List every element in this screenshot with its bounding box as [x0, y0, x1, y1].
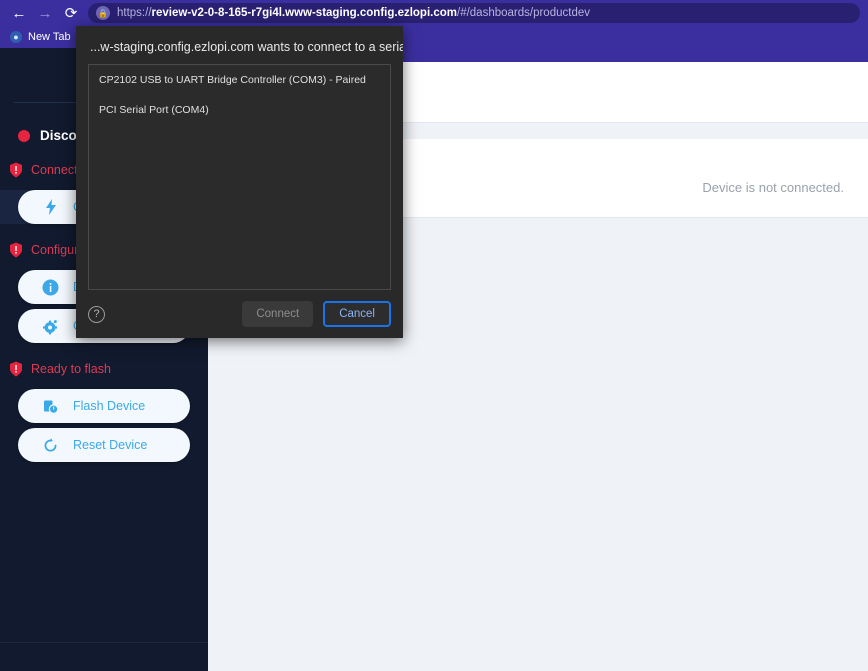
gear-icon	[42, 318, 59, 335]
reload-icon[interactable]: ⟳	[58, 1, 84, 25]
status-dot-icon	[18, 129, 30, 142]
info-circle-icon	[42, 279, 59, 296]
shield-alert-icon	[9, 242, 23, 258]
lightning-bolt-icon	[42, 199, 59, 216]
list-item[interactable]: CP2102 USB to UART Bridge Controller (CO…	[89, 65, 390, 95]
shield-alert-icon	[9, 162, 23, 178]
sidebar-item-flash-device-label: Flash Device	[73, 399, 146, 413]
reset-device-icon	[42, 437, 59, 454]
tab-title: New Tab	[28, 31, 71, 43]
globe-icon: ●	[10, 31, 22, 43]
device-list[interactable]: CP2102 USB to UART Bridge Controller (CO…	[88, 64, 391, 290]
help-circle-icon[interactable]: ?	[88, 305, 105, 323]
sidebar-item-reset-device-label: Reset Device	[73, 438, 148, 452]
device-status-message: Device is not connected.	[702, 180, 844, 195]
sidebar-bottom-divider	[0, 642, 208, 643]
url-path: /#/dashboards/productdev	[457, 7, 590, 19]
dialog-footer: ? Connect Cancel	[76, 290, 403, 338]
browser-toolbar: ← → ⟳ 🔒 https://review-v2-0-8-165-r7gi4l…	[0, 0, 868, 26]
sidebar-item-reset-device[interactable]: Reset Device	[18, 428, 190, 462]
shield-alert-icon	[9, 361, 23, 377]
url-host: review-v2-0-8-165-r7gi4l.www-staging.con…	[151, 7, 457, 19]
flash-device-icon	[42, 398, 59, 415]
dialog-title: ...w-staging.config.ezlopi.com wants to …	[90, 40, 403, 54]
app-root: ← → ⟳ 🔒 https://review-v2-0-8-165-r7gi4l…	[0, 0, 868, 671]
lock-icon: 🔒	[96, 6, 110, 20]
address-bar[interactable]: 🔒 https://review-v2-0-8-165-r7gi4l.www-s…	[88, 3, 860, 23]
connect-button[interactable]: Connect	[242, 301, 314, 327]
forward-icon[interactable]: →	[32, 1, 58, 25]
address-bar-url: https://review-v2-0-8-165-r7gi4l.www-sta…	[117, 7, 590, 19]
section-header-ready-to-flash: Ready to flash	[0, 348, 208, 384]
back-icon[interactable]: ←	[6, 1, 32, 25]
section-title-ready-to-flash: Ready to flash	[31, 362, 111, 376]
sidebar-item-flash-device[interactable]: Flash Device	[18, 389, 190, 423]
cancel-button[interactable]: Cancel	[323, 301, 391, 327]
url-scheme: https://	[117, 7, 152, 19]
serial-port-dialog: ...w-staging.config.ezlopi.com wants to …	[76, 26, 403, 338]
list-item[interactable]: PCI Serial Port (COM4)	[89, 95, 390, 125]
tab-new-tab[interactable]: ● New Tab	[6, 27, 79, 47]
